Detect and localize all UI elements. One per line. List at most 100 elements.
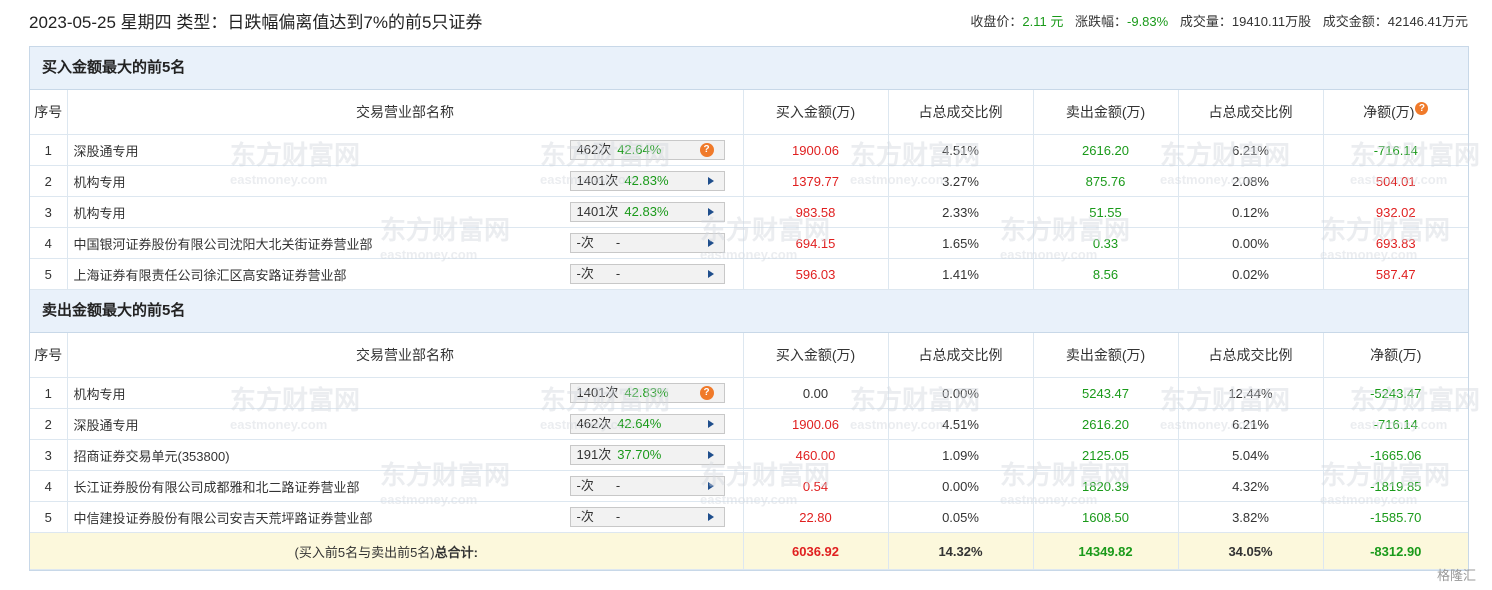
buy-row: 3 机构专用 1401次 42.83% 983.58 2.33% 51.55 0.12% 932… bbox=[30, 196, 1468, 228]
trade-stats-button[interactable]: 1401次 42.83% bbox=[569, 171, 725, 191]
branch-name-link[interactable]: 机构专用 bbox=[74, 172, 126, 191]
sell-amount: 1820.39 bbox=[1033, 470, 1179, 502]
trade-stats-button[interactable]: 1401次 42.83%? bbox=[569, 383, 725, 403]
sell-ratio: 12.44% bbox=[1178, 377, 1324, 409]
help-icon[interactable]: ? bbox=[699, 143, 714, 157]
trade-pct: - bbox=[615, 235, 621, 250]
buy-amount: 0.54 bbox=[743, 470, 889, 502]
help-icon[interactable]: ? bbox=[699, 386, 714, 400]
row-index: 3 bbox=[30, 196, 68, 228]
expand-arrow-icon[interactable] bbox=[707, 451, 714, 459]
trade-stats-button[interactable]: -次 - bbox=[569, 476, 725, 496]
sell-row: 4 长江证券股份有限公司成都雅和北二路证券营业部 -次 - 0.54 0.00% 1820.… bbox=[30, 470, 1468, 502]
buy-table-body: 1 深股通专用 462次 42.64%? 1900.06 4.51% 2616.20 6.21… bbox=[30, 134, 1468, 290]
trade-stats-button[interactable]: -次 - bbox=[569, 233, 725, 253]
expand-arrow-icon[interactable] bbox=[707, 177, 714, 185]
buy-section-title: 买入金额最大的前5名 bbox=[30, 47, 1468, 90]
buy-row: 1 深股通专用 462次 42.64%? 1900.06 4.51% 2616.20 6.21… bbox=[30, 134, 1468, 166]
branch-name-link[interactable]: 深股通专用 bbox=[74, 141, 139, 160]
trade-pct: 42.64% bbox=[617, 416, 662, 431]
row-index: 2 bbox=[30, 165, 68, 197]
trade-count: 462次 bbox=[576, 416, 612, 431]
quote-stats: 收盘价：2.11 元 涨跌幅：-9.83% 成交量：19410.11万股 成交金… bbox=[970, 11, 1468, 30]
branch-cell: 中信建投证券股份有限公司安吉天荒坪路证券营业部 -次 - bbox=[67, 501, 744, 533]
sell-amount: 8.56 bbox=[1033, 258, 1179, 290]
trade-stats-button[interactable]: -次 - bbox=[569, 507, 725, 527]
trade-stats-button[interactable]: 191次 37.70% bbox=[569, 445, 725, 465]
sell-row: 2 深股通专用 462次 42.64% 1900.06 4.51% 2616.20 6.21%… bbox=[30, 408, 1468, 440]
col-name: 交易营业部名称 bbox=[67, 333, 744, 378]
branch-name-link[interactable]: 机构专用 bbox=[74, 203, 126, 222]
sell-amount: 5243.47 bbox=[1033, 377, 1179, 409]
branch-name-link[interactable]: 深股通专用 bbox=[74, 415, 139, 434]
trade-pct: 42.64% bbox=[617, 142, 662, 157]
trade-pct: 42.83% bbox=[624, 173, 669, 188]
trade-pct: 42.83% bbox=[624, 204, 669, 219]
buy-row: 4 中国银河证券股份有限公司沈阳大北关街证券营业部 -次 -694.15 1.65% 0.… bbox=[30, 227, 1468, 259]
branch-name-link[interactable]: 长江证券股份有限公司成都雅和北二路证券营业部 bbox=[74, 477, 360, 496]
trade-count: 1401次 bbox=[576, 173, 619, 188]
branch-cell: 深股通专用 462次 42.64% bbox=[67, 408, 744, 440]
branch-cell: 中国银河证券股份有限公司沈阳大北关街证券营业部 -次 - bbox=[67, 227, 744, 259]
col-buy-ratio: 占总成交比例 bbox=[888, 333, 1034, 378]
col-sell-ratio: 占总成交比例 bbox=[1178, 333, 1324, 378]
net-amount: -1665.06 bbox=[1323, 439, 1468, 471]
branch-name-link[interactable]: 机构专用 bbox=[74, 384, 126, 403]
trade-count: -次 bbox=[576, 235, 594, 250]
buy-amount: 694.15 bbox=[743, 227, 889, 259]
sell-ratio: 4.32% bbox=[1178, 470, 1324, 502]
trade-count: -次 bbox=[576, 509, 594, 524]
trade-stats-button[interactable]: 462次 42.64%? bbox=[569, 140, 725, 160]
trade-pct: - bbox=[615, 478, 621, 493]
trade-pct: 42.83% bbox=[624, 385, 669, 400]
expand-arrow-icon[interactable] bbox=[707, 420, 714, 428]
sell-ratio: 3.82% bbox=[1178, 501, 1324, 533]
branch-cell: 机构专用 1401次 42.83% bbox=[67, 165, 744, 197]
branch-cell: 机构专用 1401次 42.83%? bbox=[67, 377, 744, 409]
branch-cell: 招商证券交易单元(353800) 191次 37.70% bbox=[67, 439, 744, 471]
sell-table: 序号 交易营业部名称 买入金额(万) 占总成交比例 卖出金额(万) 占总成交比例… bbox=[30, 333, 1468, 570]
trade-stats-button[interactable]: -次 - bbox=[569, 264, 725, 284]
col-sell: 卖出金额(万) bbox=[1033, 333, 1179, 378]
row-index: 4 bbox=[30, 470, 68, 502]
trade-stats-button[interactable]: 462次 42.64% bbox=[569, 414, 725, 434]
sell-ratio: 0.00% bbox=[1178, 227, 1324, 259]
branch-name-link[interactable]: 中国银河证券股份有限公司沈阳大北关街证券营业部 bbox=[74, 234, 373, 253]
net-amount: -716.14 bbox=[1323, 134, 1468, 166]
expand-arrow-icon[interactable] bbox=[707, 513, 714, 521]
col-buy: 买入金额(万) bbox=[743, 90, 889, 135]
buy-amount: 983.58 bbox=[743, 196, 889, 228]
buy-row: 2 机构专用 1401次 42.83% 1379.77 3.27% 875.76 2.08% 5… bbox=[30, 165, 1468, 197]
trade-count: -次 bbox=[576, 266, 594, 281]
row-index: 5 bbox=[30, 501, 68, 533]
total-label: (买入前5名与卖出前5名)总合计: bbox=[30, 532, 744, 570]
sell-row: 1 机构专用 1401次 42.83%? 0.00 0.00% 5243.47 12.44% -… bbox=[30, 377, 1468, 409]
expand-arrow-icon[interactable] bbox=[707, 482, 714, 490]
expand-arrow-icon[interactable] bbox=[707, 239, 714, 247]
sell-row: 5 中信建投证券股份有限公司安吉天荒坪路证券营业部 -次 - 22.80 0.05% 160… bbox=[30, 501, 1468, 533]
brand-logo-text: 格隆汇 bbox=[1436, 568, 1476, 583]
col-net: 净额(万)? bbox=[1323, 90, 1468, 135]
col-idx: 序号 bbox=[30, 90, 68, 135]
expand-arrow-icon[interactable] bbox=[707, 208, 714, 216]
col-net: 净额(万) bbox=[1323, 333, 1468, 378]
turnover-value: 42146.41万元 bbox=[1387, 14, 1468, 29]
branch-name-link[interactable]: 中信建投证券股份有限公司安吉天荒坪路证券营业部 bbox=[74, 508, 373, 527]
buy-ratio: 0.05% bbox=[888, 501, 1034, 533]
turnover-label: 成交金额： bbox=[1322, 14, 1388, 29]
net-amount: -5243.47 bbox=[1323, 377, 1468, 409]
sell-amount: 1608.50 bbox=[1033, 501, 1179, 533]
trade-stats-button[interactable]: 1401次 42.83% bbox=[569, 202, 725, 222]
branch-name-link[interactable]: 上海证券有限责任公司徐汇区高安路证券营业部 bbox=[74, 265, 347, 284]
buy-ratio: 1.65% bbox=[888, 227, 1034, 259]
sell-section-title: 卖出金额最大的前5名 bbox=[30, 290, 1468, 333]
help-icon[interactable]: ? bbox=[1415, 102, 1429, 115]
buy-ratio: 2.33% bbox=[888, 196, 1034, 228]
sell-ratio: 6.21% bbox=[1178, 408, 1324, 440]
buy-ratio: 3.27% bbox=[888, 165, 1034, 197]
expand-arrow-icon[interactable] bbox=[707, 270, 714, 278]
branch-name-link[interactable]: 招商证券交易单元(353800) bbox=[74, 446, 230, 465]
trade-count: 1401次 bbox=[576, 204, 619, 219]
buy-amount: 0.00 bbox=[743, 377, 889, 409]
buy-ratio: 1.41% bbox=[888, 258, 1034, 290]
